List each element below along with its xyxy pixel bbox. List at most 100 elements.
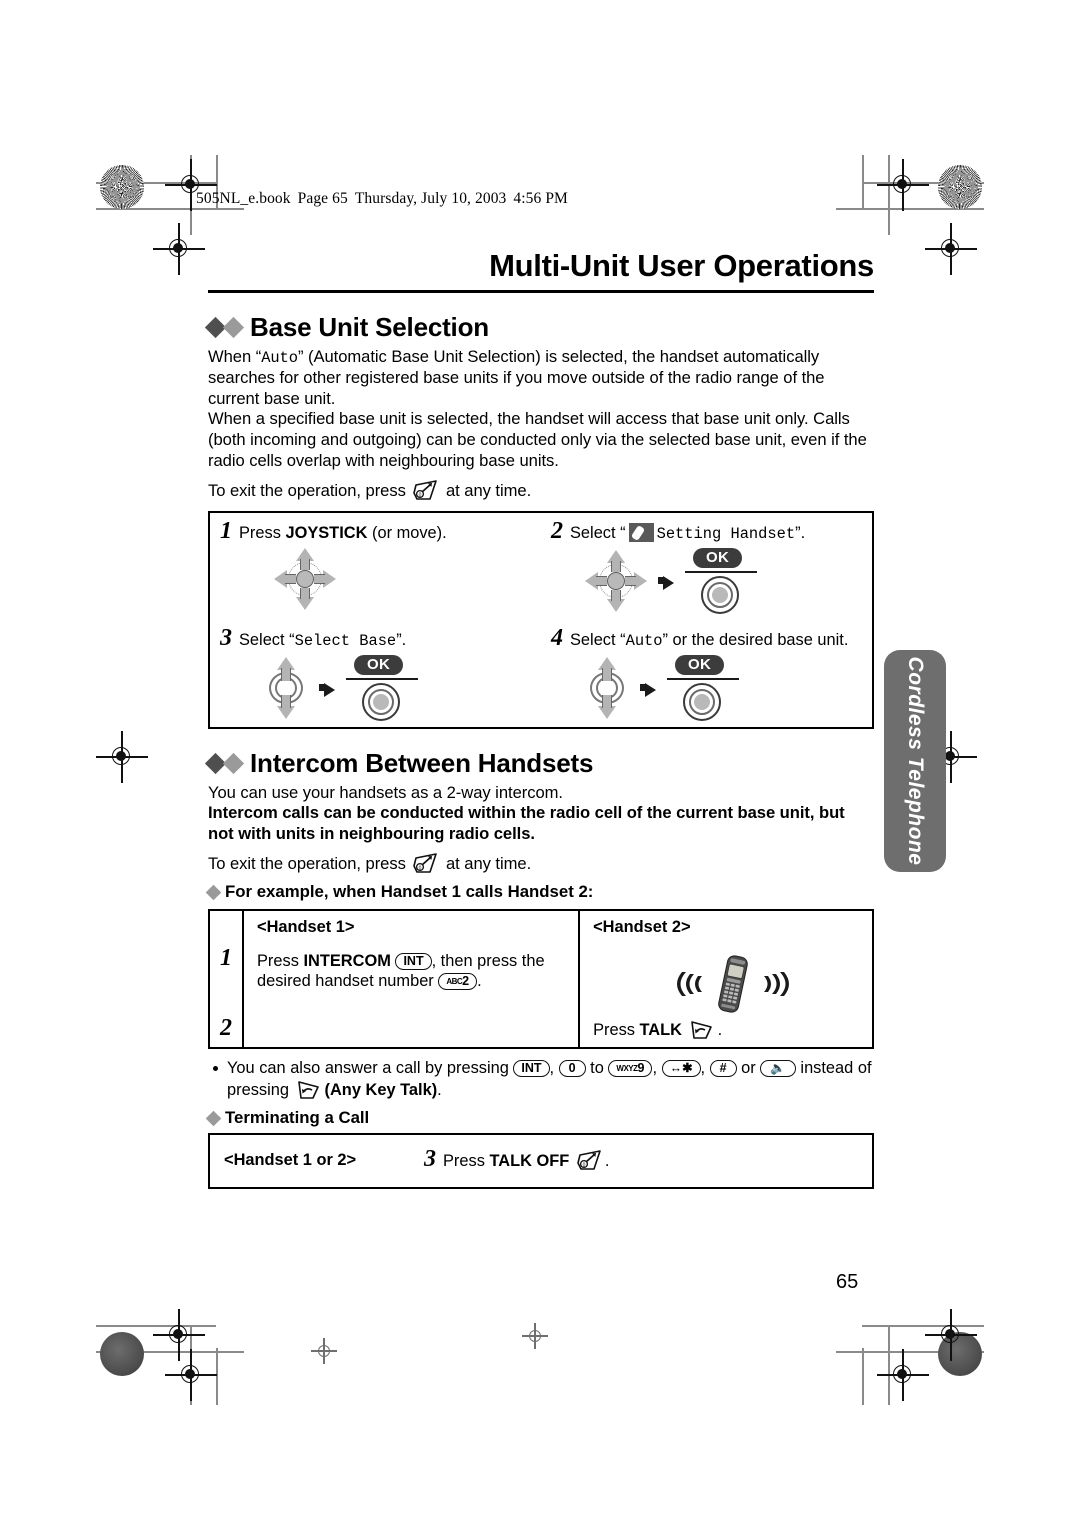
h2s2-bold: TALK <box>639 1021 682 1040</box>
ringing-handset-illustration <box>593 951 872 1017</box>
diamond-icon-light <box>222 752 245 774</box>
arrow-separator-icon <box>629 681 667 697</box>
base-unit-steps-box: 1 Press JOYSTICK (or move). 2 Select “ S… <box>208 510 874 729</box>
registration-mark-br2 <box>925 1309 977 1361</box>
handset-1-header: <Handset 1> <box>257 918 355 937</box>
step-3-text: Select “Select Base”. <box>239 630 406 651</box>
registration-mark-tr2 <box>877 159 929 211</box>
ok-button-group: OK <box>685 547 757 614</box>
registration-mark-tl <box>153 223 205 275</box>
step-4-text-a: Select “ <box>570 630 626 649</box>
example-heading: For example, when Handset 1 calls Handse… <box>205 882 874 902</box>
registration-mark-bl <box>153 1309 205 1361</box>
step-1-text-bold: JOYSTICK <box>285 523 368 542</box>
terminating-step-number: 3 <box>424 1146 436 1173</box>
exit-suffix: at any time. <box>445 481 532 501</box>
step-3-number: 3 <box>220 624 232 651</box>
step-3: 3 Select “Select Base”. OK <box>210 620 541 727</box>
term-b: . <box>604 1152 610 1171</box>
step-2: 2 Select “Setting Handset”. OK <box>541 513 872 620</box>
ok-label: OK <box>354 654 404 675</box>
h2s2-a: Press <box>593 1021 640 1040</box>
answer-call-note-list: You can also answer a call by pressing I… <box>208 1058 874 1101</box>
print-slug: 505NL_e.book Page 65 Thursday, July 10, 20… <box>196 190 568 208</box>
terminating-heading-text: Terminating a Call <box>225 1108 370 1128</box>
h1s1-c: . <box>477 972 482 991</box>
key-int-icon: INT <box>513 1060 550 1078</box>
table-cell-handset-1: <Handset 1> Press INTERCOM INT, then pre… <box>244 911 578 1047</box>
step-1: 1 Press JOYSTICK (or move). <box>210 513 541 620</box>
sunburst-mark-bottom-left <box>100 1332 144 1376</box>
para1-a: When “ <box>208 346 262 366</box>
slug-date: Thursday, July 10, 2003 <box>354 190 507 207</box>
exit-prefix: To exit the operation, press <box>208 481 406 501</box>
key-wxyz9-icon: WXYZ9 <box>608 1060 653 1078</box>
base-unit-paragraph-2: When a specified base unit is selected, … <box>208 409 867 470</box>
page-title: Multi-Unit User Operations <box>489 248 874 283</box>
center-select-button-icon <box>683 682 721 721</box>
center-select-button-icon <box>701 575 739 614</box>
step-4-text-mono: Auto <box>625 631 663 650</box>
center-mark-bottom <box>522 1323 548 1349</box>
step-4-text-b: ” or the desired base unit. <box>662 630 849 649</box>
step-1-text-a: Press <box>239 523 286 542</box>
table-row-numbers: 1 2 <box>210 911 244 1048</box>
talk-key-icon <box>689 1019 716 1040</box>
step-4-text: Select “Auto” or the desired base unit. <box>570 630 848 651</box>
sunburst-mark-top-left <box>100 165 144 209</box>
slug-file: 505NL_e.book <box>196 190 291 207</box>
row-1-number: 1 <box>220 945 232 972</box>
setting-handset-icon <box>628 522 654 542</box>
talk-off-key-icon: 0 <box>576 1150 603 1171</box>
intercom-exit-note: To exit the operation, press 0 at any ti… <box>208 853 874 875</box>
joystick-updown-icon <box>585 656 629 719</box>
h1s1-a: Press <box>257 952 304 971</box>
side-tab-label: Cordless Telephone <box>904 656 927 866</box>
terminating-heading: Terminating a Call <box>205 1108 874 1128</box>
key-abc-num: 2 <box>462 974 470 989</box>
section-heading-text: Intercom Between Handsets <box>250 747 594 778</box>
joystick-4way-icon <box>274 547 336 610</box>
registration-mark-br <box>877 1349 929 1401</box>
talk-key-icon <box>296 1079 323 1100</box>
diamond-icon-small <box>205 884 222 900</box>
section-heading-intercom: Intercom Between Handsets <box>204 747 874 779</box>
step-2-text-mono: Setting Handset <box>656 524 796 543</box>
example-heading-text: For example, when Handset 1 calls Handse… <box>225 882 594 902</box>
exit-prefix: To exit the operation, press <box>208 854 406 874</box>
base-unit-exit-note: To exit the operation, press 0 at any ti… <box>208 480 874 502</box>
term-a: Press <box>443 1152 490 1171</box>
para1-b: ” (Automatic Base Unit Selection) is sel… <box>208 346 825 408</box>
terminating-label: <Handset 1 or 2> <box>224 1151 357 1170</box>
svg-text:0: 0 <box>582 1162 585 1168</box>
slug-page: Page 65 <box>297 190 348 207</box>
row-2-number: 2 <box>220 1015 232 1042</box>
step-2-number: 2 <box>551 517 563 544</box>
ok-label: OK <box>693 547 743 568</box>
step-3-text-a: Select “ <box>239 630 295 649</box>
section-heading-text: Base Unit Selection <box>250 311 489 342</box>
table-col-handset-1: 1 2 <Handset 1> Press INTERCOM INT, then… <box>210 911 578 1048</box>
para1-mono-auto: Auto <box>261 348 298 367</box>
section-heading-base-unit: Base Unit Selection <box>204 311 874 343</box>
arrow-separator-icon <box>647 574 685 590</box>
step-2-text-b: ”. <box>795 523 806 542</box>
table-col-handset-2: <Handset 2> Press TALK . <box>578 911 872 1048</box>
center-mark-bottom-2 <box>311 1338 337 1364</box>
ok-label: OK <box>675 654 725 675</box>
svg-text:0: 0 <box>419 866 422 872</box>
svg-text:0: 0 <box>419 493 422 499</box>
step-3-text-mono: Select Base <box>294 631 397 650</box>
key-0-icon: 0 <box>558 1060 586 1078</box>
diamond-icon-light <box>222 316 245 338</box>
step-1-text-b: (or move). <box>367 523 447 542</box>
note-c: (Any Key Talk) <box>324 1081 438 1100</box>
handset-2-step-2-text: Press TALK . <box>593 1019 872 1040</box>
diamond-icon-small <box>205 1110 222 1126</box>
side-tab: Cordless Telephone <box>884 650 946 872</box>
intercom-table: 1 2 <Handset 1> Press INTERCOM INT, then… <box>208 909 874 1050</box>
h2s2-b: . <box>717 1021 723 1040</box>
handset-2-header: <Handset 2> <box>593 918 691 937</box>
manual-page: 505NL_e.book Page 65 Thursday, July 10, 20… <box>0 0 1080 1528</box>
step-2-text: Select “ Setting Handset”. <box>570 522 806 544</box>
